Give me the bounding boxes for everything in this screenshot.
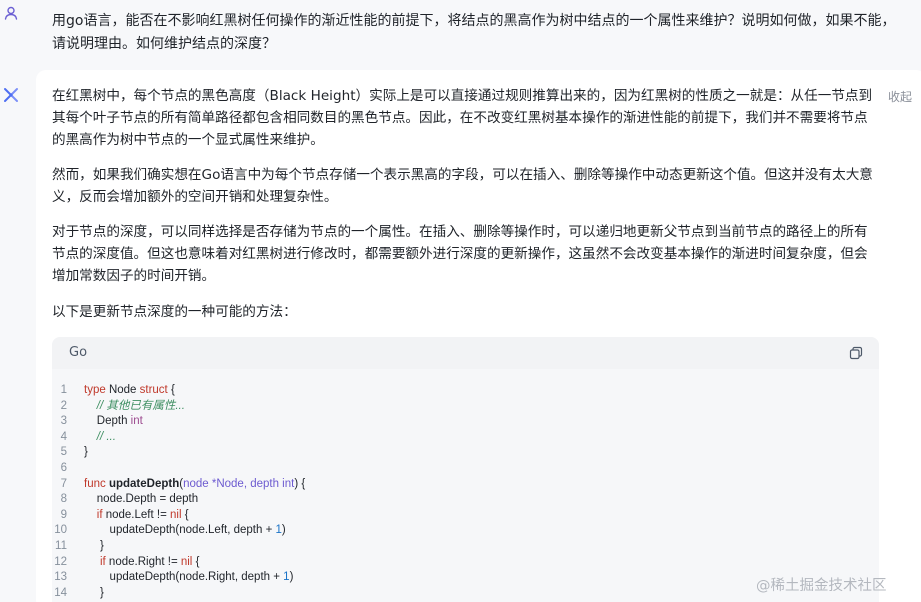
code-block-header: Go bbox=[52, 337, 879, 369]
code-token: // 其他已有属性... bbox=[96, 399, 185, 412]
code-token: // ... bbox=[96, 430, 116, 443]
chat-page: 用go语言，能否在不影响红黑树任何操作的渐近性能的前提下，将结点的黑高作为树中结… bbox=[0, 0, 921, 602]
code-token: type bbox=[84, 384, 106, 396]
user-message-text: 用go语言，能否在不影响红黑树任何操作的渐近性能的前提下，将结点的黑高作为树中结… bbox=[52, 13, 896, 52]
line-code: updateDepth(node.Left, depth + 1) bbox=[84, 523, 286, 539]
line-code: // ... bbox=[84, 430, 116, 446]
line-code: } bbox=[84, 445, 88, 461]
code-token: { bbox=[181, 508, 189, 521]
line-number: 3 bbox=[60, 415, 67, 428]
code-token: } bbox=[84, 539, 104, 552]
code-line: 7 func updateDepth(node *Node, depth int)… bbox=[52, 477, 879, 493]
line-number: 11 bbox=[55, 539, 67, 552]
code-token: int bbox=[130, 415, 143, 428]
line-code: updateDepth(node.Right, depth + 1) bbox=[84, 570, 294, 586]
line-number: 14 bbox=[54, 586, 67, 599]
code-token: func bbox=[84, 477, 106, 490]
line-number: 7 bbox=[60, 477, 67, 490]
code-line: 6 bbox=[52, 461, 879, 477]
line-code: node.Depth = depth bbox=[84, 492, 198, 508]
code-lines: 1 type Node struct {2 // 其他已有属性... 3 Depth… bbox=[52, 383, 879, 601]
line-code: func updateDepth(node *Node, depth int) … bbox=[84, 477, 305, 493]
code-line: 4 // ... bbox=[52, 430, 879, 446]
code-line: 1 type Node struct { bbox=[52, 383, 879, 399]
line-code: if node.Left != nil { bbox=[84, 508, 189, 524]
line-number: 4 bbox=[60, 430, 67, 443]
code-line: 2 // 其他已有属性... bbox=[52, 399, 879, 415]
code-line: 5} bbox=[52, 445, 879, 461]
code-token: updateDepth(node.Right, depth + bbox=[84, 571, 284, 584]
code-token: Node bbox=[105, 384, 140, 396]
line-number: 13 bbox=[54, 571, 67, 584]
code-token: node.Right != bbox=[105, 555, 181, 568]
watermark: @稀土掘金技术社区 bbox=[756, 578, 887, 594]
line-number: 9 bbox=[60, 508, 67, 521]
answer-paragraph-1: 在红黑树中，每个节点的黑色高度（Black Height）实际上是可以直接通过规… bbox=[52, 88, 873, 148]
code-token: { bbox=[167, 384, 175, 396]
code-line: 8 node.Depth = depth bbox=[52, 492, 879, 508]
line-number: 5 bbox=[60, 446, 67, 459]
code-token: node.Depth = depth bbox=[84, 493, 199, 506]
line-number: 2 bbox=[60, 399, 67, 412]
code-line: 11 } bbox=[52, 539, 879, 555]
code-token: nil bbox=[170, 508, 182, 521]
code-line: 3 Depth int bbox=[52, 414, 879, 430]
code-token: ) { bbox=[294, 477, 306, 490]
code-line: 10 updateDepth(node.Left, depth + 1) bbox=[52, 523, 879, 539]
line-code: // 其他已有属性... bbox=[84, 399, 185, 415]
line-number: 10 bbox=[54, 524, 67, 537]
line-code: } bbox=[84, 539, 104, 555]
user-message-row: 用go语言，能否在不影响红黑树任何操作的渐近性能的前提下，将结点的黑高作为树中结… bbox=[0, 0, 921, 68]
collapse-button[interactable]: 收起 bbox=[888, 88, 912, 105]
line-code: } bbox=[84, 586, 104, 602]
answer-paragraph-2: 然而，如果我们确实想在Go语言中为每个节点存储一个表示黑高的字段，可以在插入、删… bbox=[52, 167, 873, 205]
code-token: struct bbox=[139, 384, 168, 396]
answer-paragraph-3: 对于节点的深度，可以同样选择是否存储为节点的一个属性。在插入、删除等操作时，可以… bbox=[52, 224, 868, 284]
code-token: node *Node, depth int bbox=[183, 477, 295, 490]
copy-icon[interactable] bbox=[849, 346, 863, 360]
line-number: 8 bbox=[60, 493, 67, 506]
assistant-logo-icon bbox=[4, 88, 18, 102]
line-number: 1 bbox=[60, 384, 67, 396]
line-code: type Node struct { bbox=[84, 383, 175, 399]
code-block: Go 1 type Node struct {2 // 其他已有属性... 3 De… bbox=[52, 337, 879, 602]
code-line: 13 updateDepth(node.Right, depth + 1) bbox=[52, 570, 879, 586]
code-line: 14 } bbox=[52, 586, 879, 602]
answer-paragraph-4: 以下是更新节点深度的一种可能的方法： bbox=[52, 304, 297, 320]
code-line: 12 if node.Right != nil { bbox=[52, 555, 879, 571]
code-token: ) bbox=[289, 571, 294, 584]
line-number: 6 bbox=[60, 461, 67, 474]
code-token: updateDepth bbox=[108, 477, 180, 490]
code-token: Depth bbox=[84, 415, 131, 428]
code-token: updateDepth(node.Left, depth + bbox=[84, 524, 276, 537]
user-icon bbox=[4, 6, 18, 20]
code-line: 9 if node.Left != nil { bbox=[52, 508, 879, 524]
code-token: } bbox=[84, 446, 88, 459]
code-token: ) bbox=[281, 524, 286, 537]
code-token: nil bbox=[180, 555, 193, 568]
line-number: 12 bbox=[54, 555, 67, 568]
code-token: { bbox=[192, 555, 200, 568]
code-language-label: Go bbox=[69, 345, 88, 360]
line-code: Depth int bbox=[84, 414, 143, 430]
code-token: } bbox=[84, 586, 104, 599]
code-token: node.Left != bbox=[102, 508, 170, 521]
line-code: if node.Right != nil { bbox=[84, 555, 199, 571]
